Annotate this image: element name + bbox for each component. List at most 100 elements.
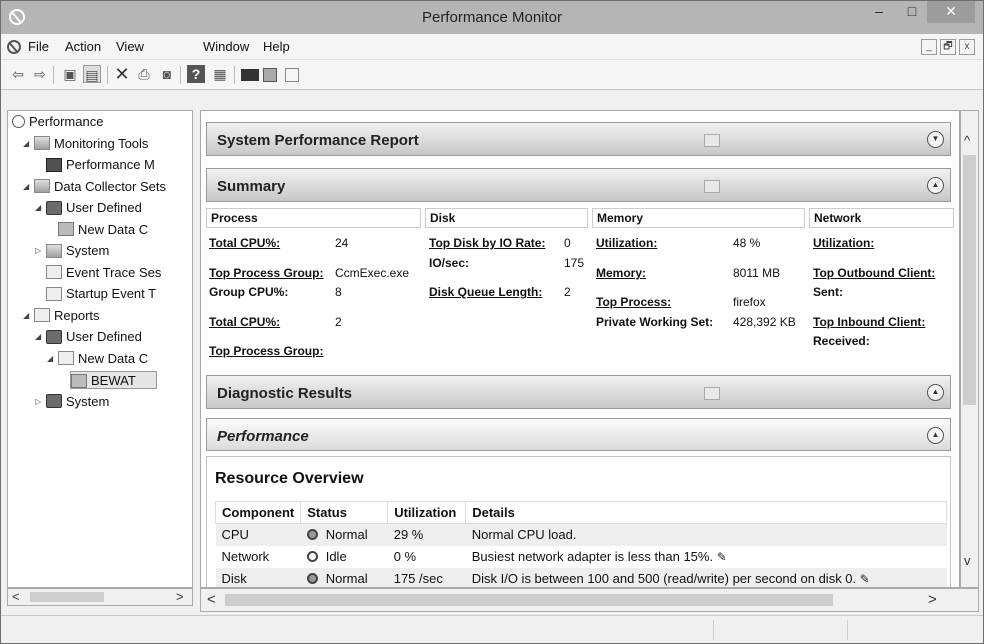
tree-scroll-thumb[interactable] [30, 592, 104, 602]
tree-node-performance-m[interactable]: Performance M [46, 156, 155, 174]
diagnostic-results-band[interactable]: Diagnostic Results ▲ [206, 375, 951, 409]
memory-link[interactable]: Memory: [596, 266, 646, 280]
collapse-icon[interactable]: ◢ [23, 307, 33, 325]
menu-window[interactable]: Window [203, 39, 249, 54]
summary-band[interactable]: Summary ▲ [206, 168, 951, 202]
disk-queue-length-link[interactable]: Disk Queue Length: [429, 285, 542, 299]
top-process-group-link-2[interactable]: Top Process Group: [209, 344, 323, 358]
top-process-link[interactable]: Top Process: [596, 295, 671, 309]
collapse-icon[interactable]: ◢ [23, 178, 33, 196]
monitor-icon[interactable] [241, 69, 259, 81]
menu-file[interactable]: File [28, 39, 49, 54]
maximize-button[interactable]: □ [896, 1, 928, 23]
report-horizontal-scrollbar[interactable]: < > [200, 588, 979, 612]
collapse-diagnostic-icon[interactable]: ▲ [927, 384, 944, 401]
collapse-icon[interactable]: ◢ [23, 135, 33, 153]
tree-node-user-defined[interactable]: ◢ User Defined [35, 328, 142, 346]
report-hscroll-thumb[interactable] [225, 594, 833, 606]
scroll-down-icon[interactable]: v [964, 553, 971, 569]
tree-node-user-defined[interactable]: ◢ User Defined [35, 199, 142, 217]
tree-node-label: BEWAT [91, 373, 136, 388]
received-label: Received: [813, 334, 870, 348]
minimize-button[interactable]: – [863, 1, 895, 23]
tree-node-event-trace-ses[interactable]: Event Trace Ses [46, 264, 161, 282]
performance-band[interactable]: Performance ▲ [206, 418, 951, 451]
tree-node-system[interactable]: ▷ System [35, 242, 110, 260]
tree-node-bewat[interactable]: BEWAT [70, 371, 157, 389]
scroll-up-icon[interactable]: ^ [964, 133, 970, 149]
memory-utilization-value: 48 % [733, 236, 761, 250]
help-icon[interactable]: ? [187, 65, 205, 83]
tree-node-new-data-c[interactable]: New Data C [58, 221, 148, 239]
diagnostic-results-title: Diagnostic Results [217, 385, 353, 402]
top-inbound-client-link[interactable]: Top Inbound Client: [813, 315, 925, 329]
print-icon[interactable]: ⎙ [135, 65, 153, 83]
tree-node-label: Startup Event T [66, 286, 157, 301]
menu-bar: File Action View Window Help _ 🗗 x [1, 34, 983, 60]
pane-splitter[interactable] [193, 91, 200, 613]
total-cpu-link-2[interactable]: Total CPU%: [209, 315, 280, 329]
user-icon [46, 329, 62, 344]
status-indicator-icon [306, 573, 318, 584]
memory-utilization-link[interactable]: Utilization: [596, 236, 657, 250]
collapse-summary-icon[interactable]: ▲ [927, 177, 944, 194]
report-vertical-scrollbar[interactable]: ^ v [960, 110, 979, 588]
delete-icon[interactable]: ✕ [113, 65, 131, 83]
mdi-close-button[interactable]: x [959, 39, 975, 55]
component-cell: Network [221, 549, 270, 564]
report-scroll-thumb[interactable] [963, 155, 976, 405]
tree-horizontal-scrollbar[interactable]: < > [7, 588, 193, 606]
report-content: System Performance Report ▼ Summary ▲ Pr… [200, 110, 960, 588]
show-hide-tree-icon[interactable]: ▤ [83, 65, 101, 83]
collapse-report-icon[interactable]: ▼ [927, 131, 944, 148]
tree-node-system[interactable]: ▷ System [35, 393, 109, 411]
scroll-left-icon[interactable]: < [12, 589, 20, 605]
total-cpu-link[interactable]: Total CPU%: [209, 236, 280, 250]
collapse-icon[interactable]: ◢ [35, 328, 45, 346]
tree-node-label: New Data C [78, 221, 149, 237]
tree-node-performance[interactable]: Performance [12, 113, 103, 131]
group-cpu-value: 8 [335, 285, 342, 299]
tree-node-new-data-c[interactable]: ◢ New Data C [47, 350, 148, 368]
tree-node-reports[interactable]: ◢ Reports [23, 307, 100, 325]
collapse-icon[interactable]: ◢ [35, 199, 45, 217]
tree-node-startup-event-t[interactable]: Startup Event T [46, 285, 156, 303]
tree-node-monitoring-tools[interactable]: ◢ Monitoring Tools [23, 135, 148, 153]
new-window-icon[interactable] [285, 68, 299, 82]
total-cpu-value: 24 [335, 236, 349, 250]
top-outbound-client-link[interactable]: Top Outbound Client: [813, 266, 935, 280]
forward-icon[interactable]: ⇨ [31, 65, 49, 83]
close-button[interactable]: ✕ [927, 1, 975, 23]
top-disk-link[interactable]: Top Disk by IO Rate: [429, 236, 545, 250]
network-header: Network [809, 208, 954, 228]
scroll-left-icon[interactable]: < [207, 592, 216, 608]
report-icon[interactable] [263, 68, 277, 82]
top-process-group-link[interactable]: Top Process Group: [209, 266, 323, 280]
up-icon[interactable]: ▣ [61, 65, 79, 83]
private-working-set-value: 428,392 KB [733, 315, 796, 329]
preview-icon[interactable]: ◙ [158, 65, 176, 83]
edit-note-icon[interactable]: ✎ [717, 550, 727, 564]
edit-note-icon[interactable]: ✎ [860, 572, 870, 586]
title-bar[interactable]: Performance Monitor – □ ✕ [1, 1, 983, 34]
report-header-band[interactable]: System Performance Report ▼ [206, 122, 951, 156]
rep-icon [58, 351, 74, 366]
scroll-right-icon[interactable]: > [928, 592, 937, 608]
tree-node-data-collector-sets[interactable]: ◢ Data Collector Sets [23, 178, 166, 196]
menu-view[interactable]: View [116, 39, 144, 54]
properties-icon[interactable]: ▦ [211, 65, 229, 83]
scroll-right-icon[interactable]: > [176, 589, 184, 605]
tree-node-label: System [66, 243, 110, 258]
menu-help[interactable]: Help [263, 39, 290, 54]
mdi-restore-button[interactable]: 🗗 [940, 39, 956, 55]
collapse-icon[interactable]: ◢ [47, 350, 57, 368]
mdi-minimize-button[interactable]: _ [921, 39, 937, 55]
system-menu-icon[interactable] [7, 40, 21, 54]
network-utilization-link[interactable]: Utilization: [813, 236, 874, 250]
expand-icon[interactable]: ▷ [35, 393, 45, 411]
expand-icon[interactable]: ▷ [35, 242, 45, 260]
menu-action[interactable]: Action [65, 39, 101, 54]
back-icon[interactable]: ⇦ [9, 65, 27, 83]
collapse-performance-icon[interactable]: ▲ [927, 427, 944, 444]
tree-node-label: User Defined [66, 329, 142, 344]
